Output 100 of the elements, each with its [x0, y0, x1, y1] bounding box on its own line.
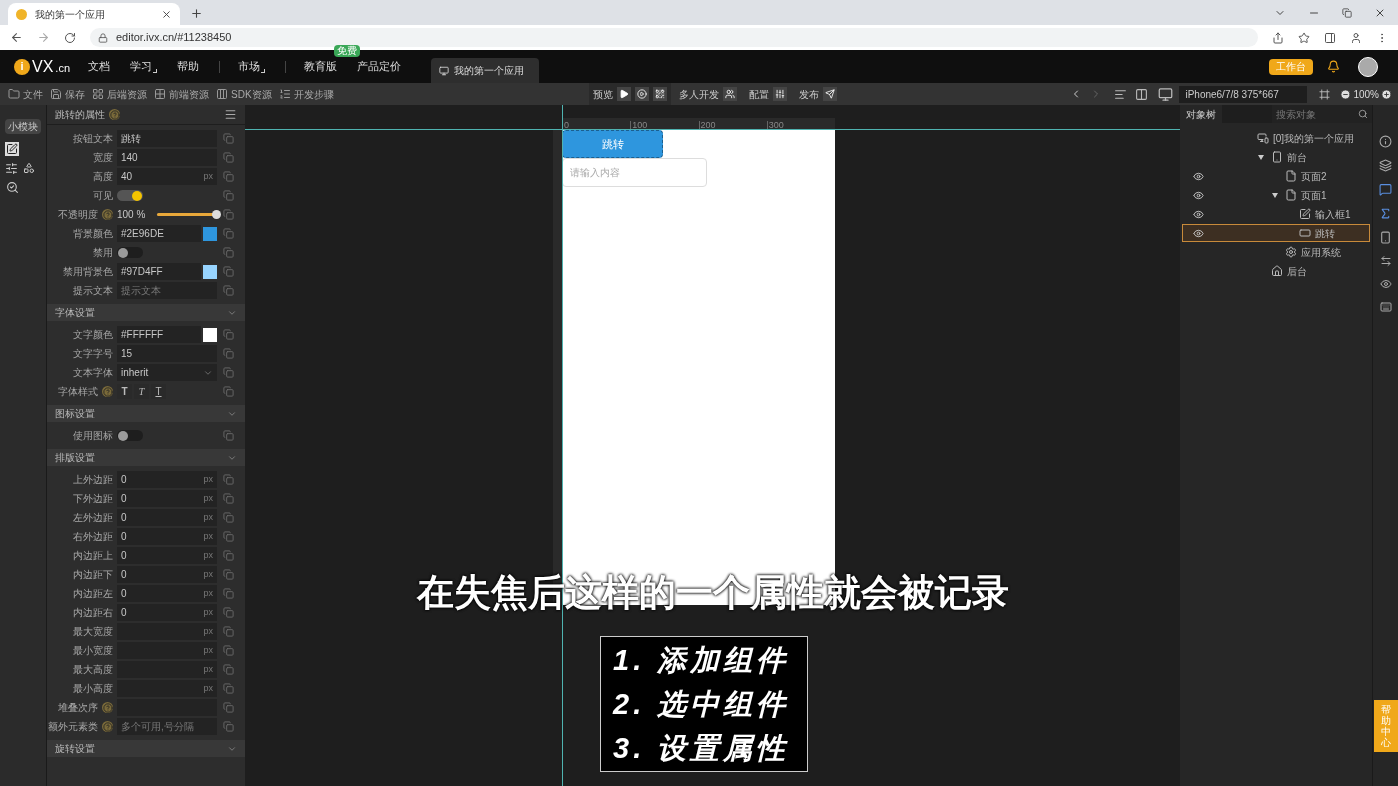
layers-icon[interactable] [1379, 159, 1392, 172]
back-icon[interactable] [10, 31, 23, 44]
color-swatch[interactable] [203, 226, 217, 241]
close-window-icon[interactable] [1374, 7, 1386, 19]
input-field[interactable]: 0 px [117, 528, 217, 545]
toolbar-button[interactable]: 后端资源 [92, 86, 147, 102]
input-field[interactable]: 0 px [117, 509, 217, 526]
input-field[interactable]: 0 px [117, 471, 217, 488]
nav-link[interactable]: 教育版 [304, 58, 338, 75]
chat-icon[interactable] [1379, 183, 1392, 196]
input-field[interactable]: px [117, 680, 217, 697]
color-field[interactable]: #97D4FF [117, 263, 201, 280]
zoom-in-icon[interactable] [1381, 88, 1392, 100]
nav-link[interactable]: 帮助 [177, 58, 200, 75]
edit-icon[interactable] [5, 142, 19, 156]
document-tab[interactable]: 我的第一个应用 [431, 58, 540, 83]
browser-tab[interactable]: 我的第一个应用 [8, 3, 180, 25]
toolbar-button[interactable]: SDK资源 [216, 86, 272, 102]
toolbar-button[interactable]: 前端资源 [154, 86, 209, 102]
help-icon[interactable] [102, 721, 113, 732]
expanded-caret-icon[interactable] [1272, 192, 1278, 198]
color-swatch[interactable] [203, 327, 217, 342]
frame-icon[interactable] [1319, 88, 1331, 100]
logo[interactable]: i VX.cn [14, 54, 71, 79]
restore-icon[interactable] [1342, 8, 1352, 18]
panel-tab[interactable]: 对象树 [1180, 105, 1222, 123]
section-header[interactable]: 排版设置 [47, 449, 245, 466]
address-bar[interactable]: editor.ivx.cn/#11238450 [90, 28, 1258, 47]
section-header[interactable]: 字体设置 [47, 304, 245, 321]
function-icon[interactable] [1379, 207, 1392, 220]
section-header[interactable]: 旋转设置 [47, 740, 245, 757]
shapes-icon[interactable] [23, 162, 35, 174]
search-field[interactable]: 搜索对象 [1272, 105, 1372, 123]
avatar[interactable] [1358, 56, 1378, 77]
section-header[interactable]: 图标设置 [47, 405, 245, 422]
toggle-switch[interactable] [117, 247, 143, 258]
eye-icon[interactable] [1192, 227, 1204, 239]
phone-icon[interactable] [1379, 231, 1392, 244]
tree-item[interactable]: 跳转 [1182, 224, 1370, 242]
eye-icon[interactable] [1192, 189, 1204, 201]
swap-icon[interactable] [1379, 255, 1392, 267]
toolbar-button[interactable]: 开发步骤 [278, 86, 334, 102]
reload-icon[interactable] [64, 31, 76, 44]
close-icon[interactable] [161, 8, 172, 20]
bell-icon[interactable] [1327, 60, 1340, 73]
send-icon[interactable] [822, 87, 837, 101]
toggle-switch[interactable] [117, 190, 143, 201]
input-field[interactable]: 15 [117, 345, 217, 362]
color-field[interactable]: #2E96DE [117, 225, 201, 242]
font-dropdown[interactable]: inherit [117, 364, 217, 381]
share-icon[interactable] [1272, 31, 1284, 44]
help-icon[interactable] [102, 386, 113, 397]
eye-icon[interactable] [1379, 278, 1392, 290]
input-field[interactable]: px [117, 661, 217, 678]
toggle-switch[interactable] [117, 430, 143, 441]
nav-link[interactable]: 学习 [130, 58, 153, 75]
tree-item[interactable]: 应用系统 [1182, 243, 1370, 261]
input-field[interactable]: 0 px [117, 604, 217, 621]
expanded-caret-icon[interactable] [1258, 154, 1264, 160]
input-field[interactable]: 跳转 [117, 130, 217, 147]
input-field[interactable]: 40 px [117, 168, 217, 185]
keyboard-icon[interactable] [1379, 301, 1392, 313]
bookmark-icon[interactable] [1298, 31, 1310, 44]
nav-link[interactable]: 文档 [88, 58, 111, 75]
info-icon[interactable] [1379, 135, 1392, 148]
color-swatch[interactable] [203, 264, 217, 279]
qr-code-icon[interactable] [652, 87, 667, 101]
toolbar-button[interactable]: 保存 [50, 86, 85, 102]
zoom-out-icon[interactable] [1340, 88, 1352, 100]
new-tab-icon[interactable] [190, 7, 203, 20]
input-field[interactable]: 140 [117, 149, 217, 166]
columns-icon[interactable] [1135, 87, 1149, 101]
input-field[interactable]: 0 px [117, 585, 217, 602]
inspect-icon[interactable] [5, 181, 19, 194]
tree-item[interactable]: [0]我的第一个应用 [1182, 129, 1370, 147]
input-field[interactable]: 0 px [117, 566, 217, 583]
help-icon[interactable] [102, 209, 113, 220]
profile-icon[interactable] [1350, 31, 1362, 44]
input-field[interactable]: 多个可用,号分隔 [117, 718, 217, 735]
tree-item[interactable]: 前台 [1182, 148, 1370, 166]
align-icon[interactable] [1114, 87, 1128, 101]
help-icon[interactable] [102, 702, 113, 713]
sliders-icon[interactable] [772, 87, 787, 101]
search-icon[interactable] [1358, 109, 1368, 119]
input-field[interactable]: px [117, 642, 217, 659]
color-field[interactable]: #FFFFFF [117, 326, 201, 343]
eye-icon[interactable] [1192, 170, 1204, 182]
tree-item[interactable]: 后台 [1182, 262, 1370, 280]
device-field[interactable]: iPhone6/7/8 375*667 [1179, 85, 1308, 103]
nav-link[interactable]: 市场 [238, 58, 261, 75]
input-field[interactable]: px [117, 623, 217, 640]
module-tab[interactable]: 小模块 [5, 119, 41, 134]
nav-link[interactable]: 产品定价 [357, 58, 402, 75]
toolbar-button[interactable]: 文件 [8, 86, 43, 102]
sliders-icon[interactable] [5, 162, 18, 175]
input-field[interactable]: 0 px [117, 547, 217, 564]
help-icon[interactable] [109, 109, 120, 120]
monitor-icon[interactable] [1158, 86, 1174, 102]
slider-thumb[interactable] [212, 210, 221, 219]
tree-item[interactable]: 页面1 [1182, 186, 1370, 204]
